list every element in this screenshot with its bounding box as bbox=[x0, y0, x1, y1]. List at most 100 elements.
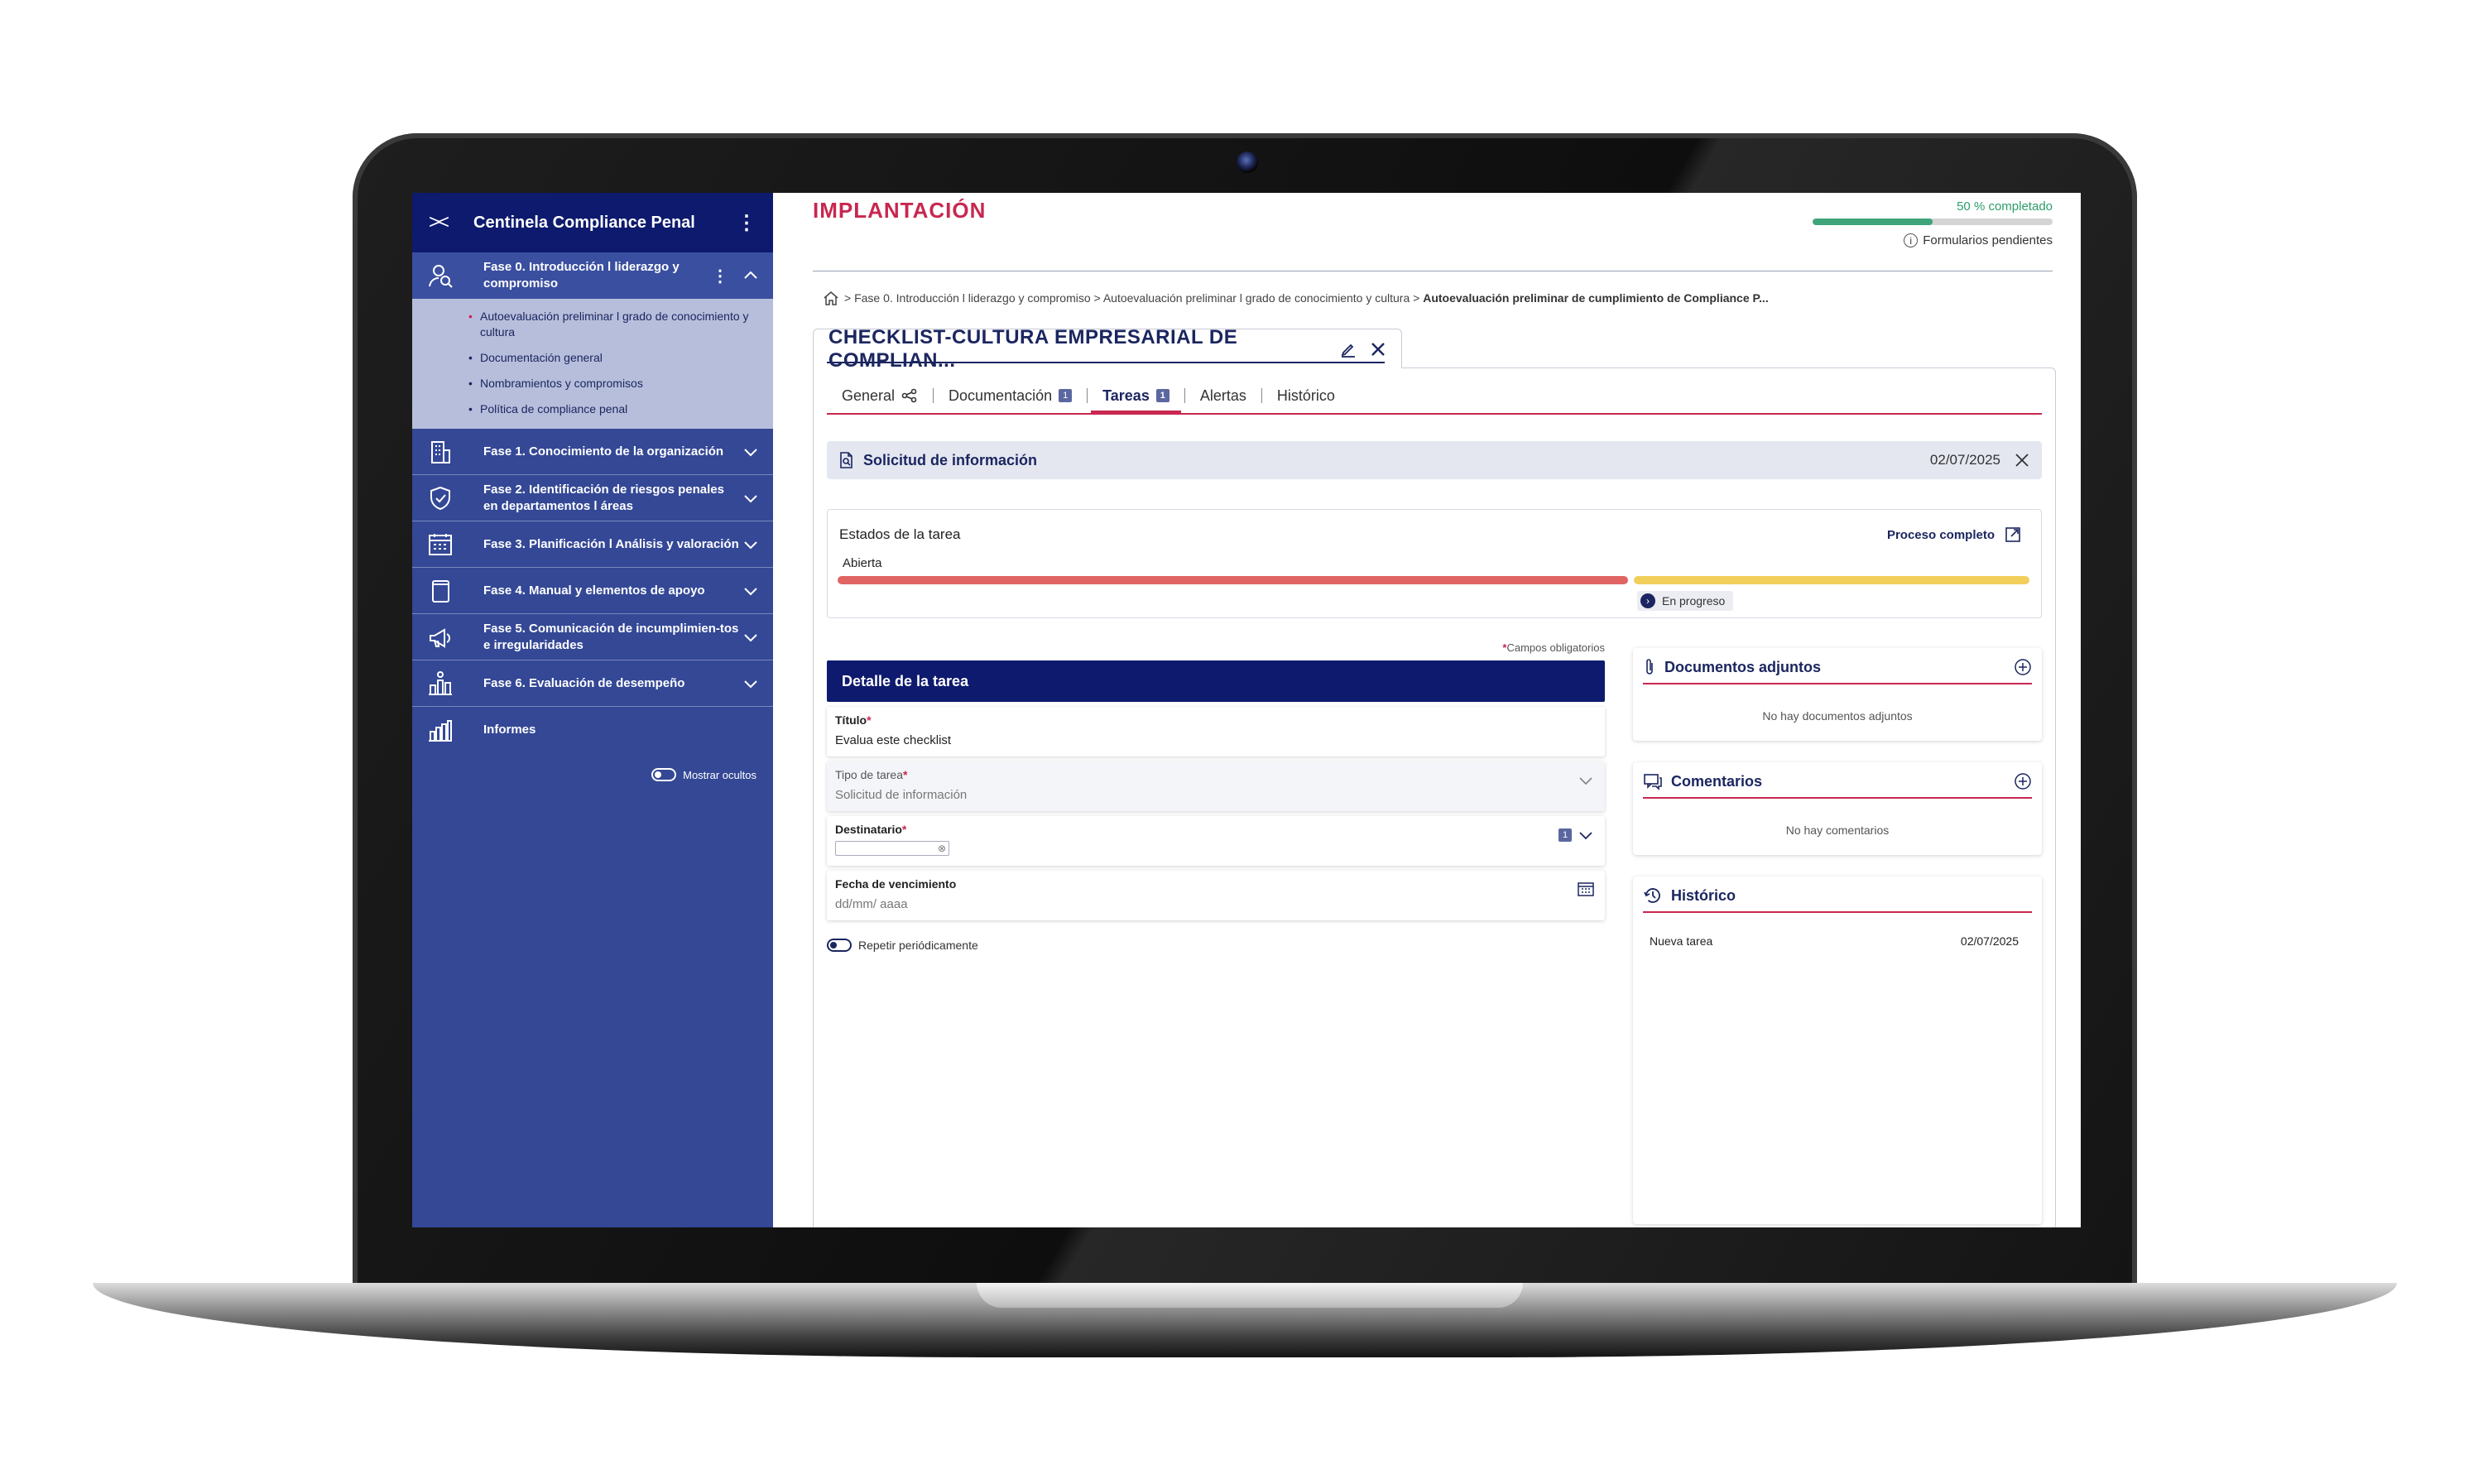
sidebar-phase-label: Fase 4. Manual y elementos de apoyo bbox=[483, 583, 705, 598]
repeat-toggle[interactable]: Repetir periódicamente bbox=[827, 939, 1605, 952]
required-note-text: Campos obligatorios bbox=[1506, 641, 1605, 654]
toggle-switch[interactable] bbox=[651, 768, 677, 781]
tab-alertas[interactable]: Alertas bbox=[1185, 379, 1261, 412]
sidebar-phase-5[interactable]: Fase 5. Comunicación de incumplimien-tos… bbox=[412, 614, 773, 660]
tab-tareas[interactable]: Tareas 1 bbox=[1088, 379, 1184, 414]
add-circle-icon[interactable] bbox=[2014, 772, 2032, 790]
progress-widget: 50 % completado i Formularios pendientes bbox=[1813, 199, 2053, 247]
task-type-select[interactable]: Tipo de tarea* Solicitud de información bbox=[827, 761, 1605, 811]
user-search-icon bbox=[429, 265, 453, 288]
bar-chart-icon bbox=[429, 720, 452, 742]
breadcrumb-current: Autoevaluación preliminar de cumplimient… bbox=[1423, 291, 1769, 305]
tab-historico[interactable]: Histórico bbox=[1262, 379, 1350, 412]
sidebar: >< Centinela Compliance Penal ⋮ Fase 0. … bbox=[412, 193, 773, 1227]
history-icon bbox=[1644, 888, 1660, 903]
tab-documentacion[interactable]: Documentación 1 bbox=[934, 379, 1087, 412]
required-note: *Campos obligatorios bbox=[827, 641, 1605, 654]
chevron-down-icon[interactable] bbox=[742, 675, 760, 693]
history-title: Histórico bbox=[1671, 886, 1736, 904]
submenu-item-label: Nombramientos y compromisos bbox=[480, 377, 643, 390]
sidebar-phase-4[interactable]: Fase 4. Manual y elementos de apoyo bbox=[412, 568, 773, 614]
chevron-down-icon[interactable] bbox=[742, 535, 760, 554]
submenu-item-label: Documentación general bbox=[480, 351, 603, 364]
sidebar-reports[interactable]: Informes bbox=[412, 707, 773, 753]
chevron-down-icon[interactable] bbox=[742, 628, 760, 646]
external-link-icon bbox=[2005, 527, 2020, 542]
book-icon bbox=[432, 579, 449, 603]
sidebar-phase-3[interactable]: Fase 3. Planificación l Análisis y valor… bbox=[412, 521, 773, 568]
tab-label: General bbox=[842, 387, 896, 404]
info-icon: i bbox=[1904, 233, 1919, 247]
document-tab[interactable]: CHECKLIST-CULTURA EMPRESARIAL DE COMPLIA… bbox=[813, 326, 1402, 372]
show-hidden-label: Mostrar ocultos bbox=[683, 768, 756, 781]
submenu-item[interactable]: • Documentación general bbox=[412, 345, 773, 371]
edit-icon[interactable] bbox=[1340, 341, 1357, 358]
calendar-icon[interactable] bbox=[1577, 881, 1595, 897]
chevron-down-icon[interactable] bbox=[1577, 826, 1595, 844]
title-field[interactable]: Título* Evalua este checklist bbox=[827, 707, 1605, 756]
close-icon[interactable] bbox=[2014, 452, 2030, 468]
attachments-title: Documentos adjuntos bbox=[1664, 658, 1822, 675]
attachments-empty: No hay documentos adjuntos bbox=[1762, 709, 1913, 723]
count-badge: 1 bbox=[1558, 828, 1572, 842]
chevron-down-icon[interactable] bbox=[1577, 771, 1595, 790]
calendar-icon bbox=[429, 533, 452, 555]
history-card: Histórico Nueva tarea 02/07/2025 bbox=[1633, 876, 2042, 1224]
pending-forms-link[interactable]: i Formularios pendientes bbox=[1813, 233, 2053, 247]
home-icon[interactable] bbox=[823, 291, 839, 305]
show-hidden-toggle[interactable]: Mostrar ocultos bbox=[412, 753, 773, 796]
sidebar-phase-0[interactable]: Fase 0. Introducción l liderazgo y compr… bbox=[412, 252, 773, 299]
count-badge: 1 bbox=[1059, 389, 1073, 402]
comments-icon bbox=[1644, 774, 1662, 790]
required-asterisk: * bbox=[867, 713, 872, 727]
share-icon bbox=[901, 388, 917, 403]
clear-icon[interactable]: ⊗ bbox=[938, 843, 946, 854]
toggle-switch[interactable] bbox=[827, 939, 852, 952]
add-circle-icon[interactable] bbox=[2014, 658, 2032, 676]
phase-options-icon[interactable]: ⋮ bbox=[710, 266, 730, 286]
sidebar-header: >< Centinela Compliance Penal ⋮ bbox=[412, 193, 773, 252]
chevron-down-icon[interactable] bbox=[742, 582, 760, 600]
request-header: Solicitud de información 02/07/2025 bbox=[827, 441, 2042, 479]
sidebar-phase-1[interactable]: Fase 1. Conocimiento de la organización bbox=[412, 429, 773, 475]
due-date-field[interactable]: Fecha de vencimiento dd/mm/ aaaa bbox=[827, 871, 1605, 920]
submenu-item[interactable]: • Política de compliance penal bbox=[412, 396, 773, 422]
chevron-up-icon[interactable] bbox=[742, 267, 760, 285]
sidebar-phase-label: Fase 2. Identificación de riesgos penale… bbox=[483, 482, 724, 513]
recipient-field[interactable]: Destinatario* ⊗ 1 bbox=[827, 816, 1605, 866]
state-open-bar bbox=[838, 576, 1628, 584]
full-process-link[interactable]: Proceso completo bbox=[1887, 526, 2021, 543]
phase-0-submenu: • Autoevaluación preliminar l grado de co… bbox=[412, 299, 773, 429]
sidebar-phase-2[interactable]: Fase 2. Identificación de riesgos penale… bbox=[412, 475, 773, 521]
paperclip-icon bbox=[1646, 659, 1653, 675]
collapse-sidebar-icon[interactable]: >< bbox=[429, 211, 454, 234]
history-date: 02/07/2025 bbox=[1960, 934, 2019, 948]
sidebar-phase-label: Fase 3. Planificación l Análisis y valor… bbox=[483, 536, 739, 551]
due-date-placeholder[interactable]: dd/mm/ aaaa bbox=[835, 897, 1597, 911]
bullet-icon: • bbox=[468, 402, 473, 415]
breadcrumb-path[interactable]: > Fase 0. Introducción l liderazgo y com… bbox=[844, 291, 1419, 305]
main-content: IMPLANTACIÓN 50 % completado i Formulari… bbox=[773, 193, 2081, 1227]
count-badge: 1 bbox=[1155, 389, 1169, 402]
title-value[interactable]: Evalua este checklist bbox=[835, 733, 1597, 747]
pending-forms-label: Formularios pendientes bbox=[1923, 233, 2053, 247]
laptop-notch bbox=[977, 1283, 1523, 1308]
submenu-item[interactable]: • Autoevaluación preliminar l grado de co… bbox=[412, 304, 773, 345]
tab-general[interactable]: General bbox=[827, 379, 933, 412]
repeat-label: Repetir periódicamente bbox=[858, 939, 978, 952]
megaphone-icon bbox=[430, 627, 451, 648]
sidebar-phase-6[interactable]: Fase 6. Evaluación de desempeño bbox=[412, 660, 773, 707]
required-asterisk: * bbox=[902, 768, 908, 781]
close-icon[interactable] bbox=[1370, 341, 1386, 358]
shield-check-icon bbox=[430, 486, 450, 510]
chevron-down-icon[interactable] bbox=[742, 489, 760, 507]
submenu-item-label: Política de compliance penal bbox=[480, 402, 628, 415]
submenu-item[interactable]: • Nombramientos y compromisos bbox=[412, 371, 773, 396]
current-dot-icon: • bbox=[468, 310, 473, 323]
app-screen: >< Centinela Compliance Penal ⋮ Fase 0. … bbox=[412, 193, 2081, 1227]
more-options-icon[interactable]: ⋮ bbox=[737, 211, 756, 235]
recipient-input[interactable]: ⊗ bbox=[835, 841, 949, 856]
chevron-down-icon[interactable] bbox=[742, 443, 760, 461]
submenu-item-label: Autoevaluación preliminar l grado de con… bbox=[480, 310, 749, 339]
tab-label: Alertas bbox=[1199, 387, 1246, 404]
